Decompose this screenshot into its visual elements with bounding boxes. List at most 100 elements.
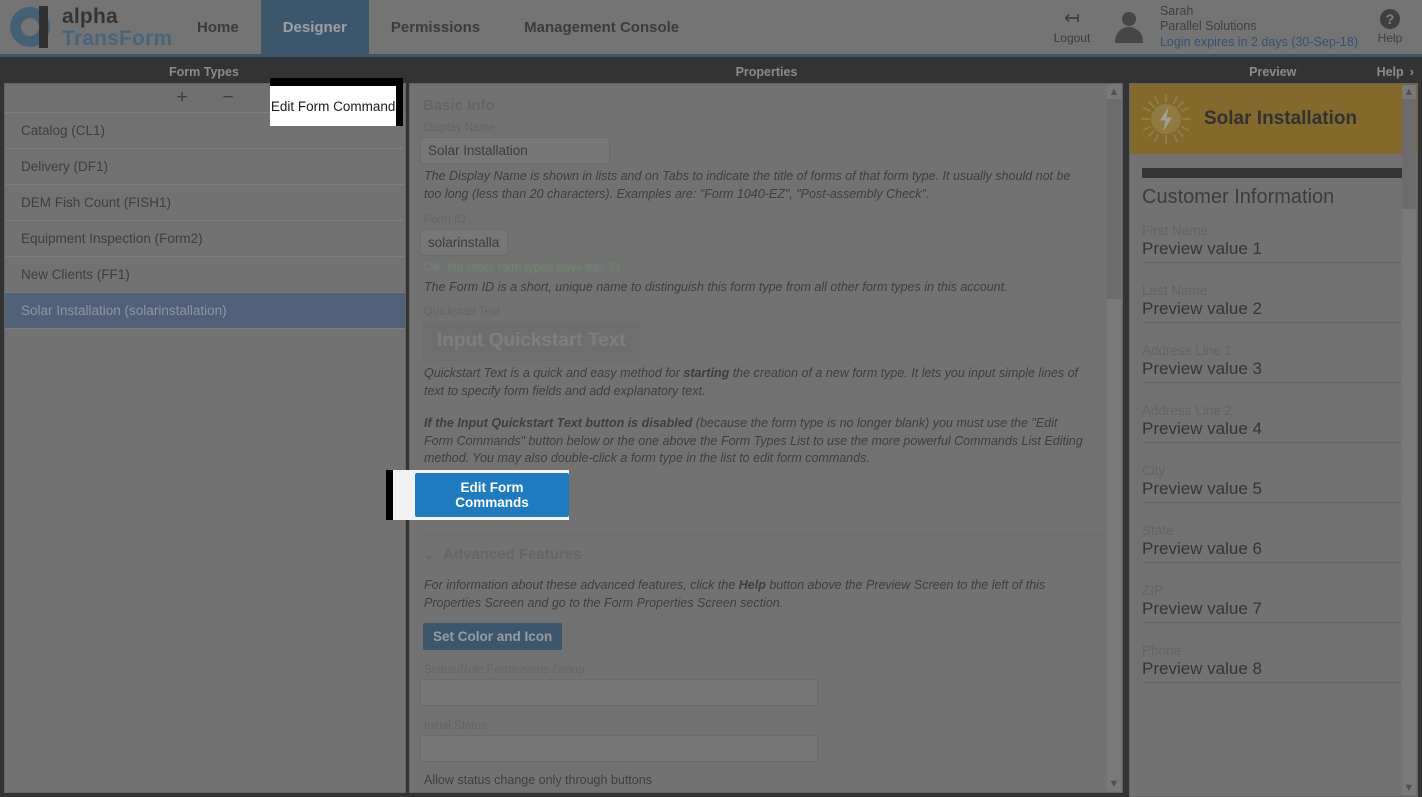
preview-field-zip: ZIP Preview value 7 [1140,583,1407,643]
add-form-type-button[interactable]: + [171,89,193,107]
form-id-label: Form ID [420,214,1106,229]
preview-field-value[interactable]: Preview value 3 [1142,359,1405,383]
form-types-panel: + − Catalog (CL1) Delivery (DF1) DEM Fis… [4,83,406,793]
form-id-help-text: The Form ID is a short, unique name to d… [420,275,1092,307]
nav-tab-permissions[interactable]: Permissions [369,0,502,54]
brand-line-2: TransForm [62,28,172,49]
preview-field-city: City Preview value 5 [1140,463,1407,523]
nav-tabs: Home Designer Permissions Management Con… [175,0,701,54]
alpha-logo-icon [10,5,54,49]
preview-field-label: City [1142,463,1405,479]
properties-panel-title: Properties [408,60,1125,83]
preview-field-address-line-2: Address Line 2 Preview value 4 [1140,403,1407,463]
question-circle-icon: ? [1380,9,1400,29]
preview-scrollbar[interactable]: ▲ ▼ [1402,85,1416,795]
basic-info-heading: Basic Info [420,94,1106,122]
set-color-and-icon-button[interactable]: Set Color and Icon [423,623,562,650]
nav-tab-designer[interactable]: Designer [261,0,369,54]
preview-field-first-name: First Name Preview value 1 [1140,223,1407,283]
logout-arrow-icon: ↤ [1064,10,1080,28]
brand-line-1: alpha [62,6,172,27]
quickstart-help-text-1: Quickstart Text is a quick and easy meth… [420,361,1092,411]
qs-help2-emphasis: If the Input Quickstart Text button is d… [424,416,692,430]
form-id-status-message: OK: No other form types have this ID [420,256,1106,275]
preview-field-value[interactable]: Preview value 5 [1142,479,1405,503]
edit-form-commands-button[interactable]: Edit Form Commands [415,473,569,517]
help-button[interactable]: ? Help [1372,9,1408,45]
chevron-down-icon[interactable]: ▼ [1404,781,1415,795]
permissions-group-label: Status/Role Permissions Group [420,664,1106,679]
form-type-item-new-clients[interactable]: New Clients (FF1) [5,257,405,293]
toolbar-edit-form-commands-button[interactable]: Edit Form Commands [270,86,403,126]
spotlight-top-cap [270,78,403,86]
adv-help-part-a: For information about these advanced fea… [424,578,739,592]
properties-scrollbar[interactable]: ▲ ▼ [1107,85,1121,791]
preview-form-header: Solar Installation [1130,84,1417,154]
preview-field-last-name: Last Name Preview value 2 [1140,283,1407,343]
preview-field-label: First Name [1142,223,1405,239]
preview-field-value[interactable]: Preview value 2 [1142,299,1405,323]
logout-button[interactable]: ↤ Logout [1046,10,1098,45]
user-info: Sarah Parallel Solutions Login expires i… [1160,4,1358,50]
chevron-up-icon[interactable]: ▲ [1404,85,1415,99]
chevron-down-icon[interactable]: ▼ [1109,777,1120,791]
preview-field-label: State [1142,523,1405,539]
preview-field-value[interactable]: Preview value 7 [1142,599,1405,623]
preview-form-title: Solar Installation [1204,108,1357,130]
nav-tab-management-console[interactable]: Management Console [502,0,701,54]
preview-field-label: Phone [1142,643,1405,659]
preview-field-address-line-1: Address Line 1 Preview value 3 [1140,343,1407,403]
spotlight-toolbar-edit-form-commands: Edit Form Commands [270,78,403,126]
preview-field-label: ZIP [1142,583,1405,599]
preview-scroll-thumb[interactable] [1402,99,1416,209]
remove-form-type-button[interactable]: − [217,89,239,107]
permissions-group-input[interactable] [420,679,818,706]
preview-help-link[interactable]: Help [1377,65,1410,79]
user-name: Sarah [1160,4,1358,19]
spotlight-right-edge [396,78,403,126]
brand-logo-area: alpha TransForm [0,0,175,54]
preview-scroll-track[interactable] [1402,99,1416,781]
preview-field-label: Address Line 1 [1142,343,1405,359]
qs-help1-emphasis: starting [683,366,729,380]
preview-field-value[interactable]: Preview value 1 [1142,239,1405,263]
form-type-item-delivery[interactable]: Delivery (DF1) [5,149,405,185]
chevron-up-icon[interactable]: ▲ [1109,85,1120,99]
advanced-features-header[interactable]: ⌄ Advanced Features [420,534,1106,573]
preview-section-header: Customer Information [1140,184,1407,223]
logout-label: Logout [1054,31,1091,45]
form-type-item-dem-fish-count[interactable]: DEM Fish Count (FISH1) [5,185,405,221]
chevron-right-icon[interactable]: › [1410,64,1422,79]
user-organization: Parallel Solutions [1160,19,1358,34]
quickstart-help-text-2: If the Input Quickstart Text button is d… [420,411,1092,478]
user-area: ↤ Logout Sarah Parallel Solutions Login … [1046,0,1422,54]
form-type-item-solar-installation[interactable]: Solar Installation (solarinstallation) [5,293,405,329]
display-name-input[interactable] [420,137,610,164]
preview-section-divider [1142,168,1405,178]
initial-status-input[interactable] [420,735,818,762]
display-name-label: Display Name [420,122,1106,137]
preview-form-body: Customer Information First Name Preview … [1130,154,1417,703]
input-quickstart-text-button[interactable]: Input Quickstart Text [423,321,640,361]
form-id-input[interactable] [420,229,508,256]
preview-field-value[interactable]: Preview value 4 [1142,419,1405,443]
login-expiry-link[interactable]: Login expires in 2 days (30-Sep-18) [1160,35,1358,50]
preview-panel-title: Preview [1125,65,1377,79]
preview-panel-title-bar: Preview Help › [1125,60,1422,83]
quickstart-text-label: Quickstart Text [420,306,1106,321]
properties-scroll-track[interactable] [1107,99,1121,777]
advanced-features-help-text: For information about these advanced fea… [420,573,1092,623]
preview-field-value[interactable]: Preview value 8 [1142,659,1405,683]
form-types-list: Catalog (CL1) Delivery (DF1) DEM Fish Co… [5,113,405,329]
preview-field-value[interactable]: Preview value 6 [1142,539,1405,563]
properties-scroll-thumb[interactable] [1107,99,1121,299]
preview-field-phone: Phone Preview value 8 [1140,643,1407,703]
qs-help1-part-a: Quickstart Text is a quick and easy meth… [424,366,683,380]
nav-tab-home[interactable]: Home [175,0,261,54]
display-name-help-text: The Display Name is shown in lists and o… [420,164,1092,214]
preview-field-label: Address Line 2 [1142,403,1405,419]
form-type-item-equipment-inspection[interactable]: Equipment Inspection (Form2) [5,221,405,257]
preview-field-state: State Preview value 6 [1140,523,1407,583]
preview-field-label: Last Name [1142,283,1405,299]
advanced-features-title: Advanced Features [443,546,581,563]
